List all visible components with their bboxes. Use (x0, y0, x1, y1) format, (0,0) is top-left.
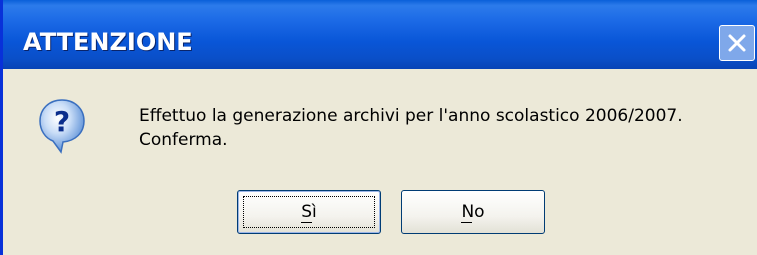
dialog-message: Effettuo la generazione archivi per l'an… (139, 104, 683, 152)
yes-button[interactable]: Sì (237, 190, 381, 234)
message-dialog: ATTENZIONE ? Effettuo la generazione arc… (0, 0, 757, 255)
yes-button-label: Sì (301, 202, 317, 223)
question-icon: ? (37, 98, 87, 154)
message-line-1: Effettuo la generazione archivi per l'an… (139, 106, 683, 126)
close-button[interactable] (719, 25, 755, 61)
no-button[interactable]: No (401, 190, 545, 234)
svg-text:?: ? (54, 105, 70, 138)
close-icon (725, 31, 749, 55)
no-button-label: No (461, 202, 485, 223)
dialog-body (6, 69, 757, 255)
message-line-2: Conferma. (139, 130, 228, 150)
title-bar[interactable]: ATTENZIONE (3, 0, 757, 69)
dialog-title: ATTENZIONE (23, 28, 193, 56)
